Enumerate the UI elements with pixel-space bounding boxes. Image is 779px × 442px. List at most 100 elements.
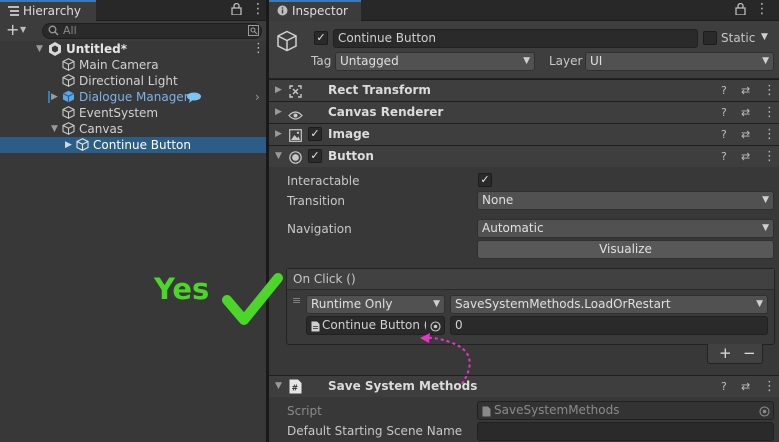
expand-arrow-icon[interactable]: ▶ bbox=[275, 124, 282, 145]
scene-menu-icon[interactable]: ⋮ bbox=[252, 41, 265, 57]
tag-value: Untagged bbox=[340, 54, 399, 68]
component-menu-icon[interactable]: ⋮ bbox=[763, 376, 776, 397]
search-filter-icon[interactable] bbox=[248, 25, 259, 39]
drag-handle-icon[interactable]: ≡ bbox=[292, 295, 301, 306]
presets-icon[interactable]: ⇄ bbox=[741, 102, 750, 123]
gameobject-large-icon bbox=[276, 30, 298, 55]
interactable-label: Interactable bbox=[287, 174, 360, 188]
component-image[interactable]: ▶ ✓ Image ? ⇄ ⋮ bbox=[269, 123, 779, 145]
object-name-value: Continue Button bbox=[338, 31, 436, 45]
navigation-label: Navigation bbox=[287, 222, 352, 236]
hierarchy-item-dialogue-manager[interactable]: ▶ Dialogue Manager › bbox=[0, 89, 266, 105]
layer-label: Layer bbox=[549, 54, 583, 68]
remove-event-button[interactable]: − bbox=[743, 344, 756, 362]
kebab-menu-icon[interactable]: ⋮ bbox=[755, 2, 769, 16]
component-enabled-checkbox[interactable]: ✓ bbox=[308, 127, 322, 141]
tab-inspector[interactable]: Inspector bbox=[269, 0, 361, 21]
object-name-input[interactable]: Continue Button bbox=[333, 29, 698, 48]
kebab-menu-icon[interactable]: ⋮ bbox=[251, 2, 265, 16]
hierarchy-item-continue-button[interactable]: ▶ Continue Button bbox=[0, 137, 266, 153]
panel-divider[interactable] bbox=[266, 0, 269, 442]
scene-row[interactable]: ▼ Untitled* ⋮ bbox=[0, 41, 266, 57]
interactable-checkbox[interactable]: ✓ bbox=[478, 173, 492, 187]
help-icon[interactable]: ? bbox=[721, 124, 727, 145]
lock-icon[interactable] bbox=[231, 2, 242, 18]
hierarchy-toolbar: + ▼ All bbox=[0, 21, 266, 41]
layer-value: UI bbox=[590, 54, 603, 68]
component-rect-transform[interactable]: ▶ Rect Transform ? ⇄ ⋮ bbox=[269, 79, 779, 101]
expand-arrow-icon[interactable]: ▶ bbox=[275, 80, 282, 101]
visualize-button[interactable]: Visualize bbox=[477, 240, 774, 259]
static-label: Static bbox=[721, 31, 756, 45]
hierarchy-item-label: Canvas bbox=[79, 122, 124, 136]
transition-dropdown[interactable]: None ▼ bbox=[477, 191, 774, 210]
script-label: Script bbox=[287, 404, 322, 418]
presets-icon[interactable]: ⇄ bbox=[741, 376, 750, 397]
button-component-icon bbox=[289, 150, 302, 171]
tag-label: Tag bbox=[311, 54, 332, 68]
lock-icon[interactable] bbox=[735, 2, 746, 18]
static-checkbox[interactable] bbox=[703, 31, 717, 45]
runtime-dropdown[interactable]: Runtime Only ▼ bbox=[306, 295, 445, 314]
gameobject-cube-icon bbox=[62, 74, 75, 87]
tab-inspector-label: Inspector bbox=[292, 4, 348, 18]
onclick-label: On Click () bbox=[293, 272, 356, 286]
component-enabled-checkbox[interactable]: ✓ bbox=[308, 149, 322, 163]
onclick-header: On Click () bbox=[287, 269, 774, 290]
chevron-down-icon: ▼ bbox=[762, 223, 769, 233]
add-event-button[interactable]: + bbox=[719, 344, 732, 362]
active-checkbox[interactable]: ✓ bbox=[314, 31, 328, 45]
help-icon[interactable]: ? bbox=[721, 146, 727, 167]
help-icon[interactable]: ? bbox=[721, 80, 727, 101]
expand-arrow-icon[interactable]: ▼ bbox=[275, 146, 282, 167]
component-canvas-renderer[interactable]: ▶ Canvas Renderer ? ⇄ ⋮ bbox=[269, 101, 779, 123]
search-input[interactable]: All bbox=[63, 24, 77, 38]
hierarchy-item-label: Directional Light bbox=[79, 74, 178, 88]
hierarchy-item-canvas[interactable]: ▼ Canvas bbox=[0, 121, 266, 137]
hierarchy-tabbar: Hierarchy ⋮ bbox=[0, 0, 266, 21]
expand-arrow-icon[interactable]: ▶ bbox=[65, 137, 72, 153]
info-icon bbox=[277, 5, 288, 16]
help-icon[interactable]: ? bbox=[721, 102, 727, 123]
help-icon[interactable]: ? bbox=[721, 376, 727, 397]
add-button[interactable]: + bbox=[6, 21, 19, 39]
component-menu-icon[interactable]: ⋮ bbox=[763, 146, 776, 167]
layer-dropdown[interactable]: UI ▼ bbox=[585, 52, 774, 71]
expand-arrow-icon[interactable]: ▶ bbox=[275, 102, 282, 123]
presets-icon[interactable]: ⇄ bbox=[741, 124, 750, 145]
list-icon bbox=[8, 5, 19, 16]
component-save-system-methods[interactable]: ▼ # Save System Methods ? ⇄ ⋮ bbox=[269, 375, 779, 397]
parameter-input[interactable]: 0 bbox=[450, 316, 768, 335]
add-dropdown-icon[interactable]: ▼ bbox=[20, 25, 26, 34]
hierarchy-search[interactable]: All bbox=[42, 23, 262, 39]
component-button[interactable]: ▼ ✓ Button ? ⇄ ⋮ bbox=[269, 145, 779, 167]
object-picker-icon bbox=[759, 405, 770, 422]
gameobject-cube-icon bbox=[62, 106, 75, 119]
hierarchy-item-eventsystem[interactable]: EventSystem bbox=[0, 105, 266, 121]
tag-dropdown[interactable]: Untagged ▼ bbox=[335, 52, 535, 71]
chevron-down-icon: ▼ bbox=[762, 195, 769, 205]
hierarchy-item-label: Dialogue Manager bbox=[79, 90, 189, 104]
expand-arrow-icon[interactable]: ▼ bbox=[51, 121, 58, 137]
expand-arrow-icon[interactable]: ▼ bbox=[275, 376, 282, 397]
hierarchy-item-label: EventSystem bbox=[79, 106, 159, 120]
chevron-right-icon[interactable]: › bbox=[255, 89, 260, 105]
static-dropdown-icon[interactable]: ▼ bbox=[761, 32, 768, 42]
presets-icon[interactable]: ⇄ bbox=[741, 146, 750, 167]
default-scene-input[interactable] bbox=[477, 422, 774, 441]
script-field: SaveSystemMethods bbox=[477, 401, 774, 420]
method-dropdown[interactable]: SaveSystemMethods.LoadOrRestart ▼ bbox=[450, 295, 768, 314]
hierarchy-item-main-camera[interactable]: Main Camera bbox=[0, 57, 266, 73]
tab-hierarchy[interactable]: Hierarchy bbox=[0, 0, 96, 21]
navigation-dropdown[interactable]: Automatic ▼ bbox=[477, 219, 774, 238]
expand-arrow-icon[interactable]: ▼ bbox=[36, 41, 43, 57]
csharp-script-icon: # bbox=[289, 379, 302, 401]
component-menu-icon[interactable]: ⋮ bbox=[763, 102, 776, 123]
presets-icon[interactable]: ⇄ bbox=[741, 80, 750, 101]
component-menu-icon[interactable]: ⋮ bbox=[763, 124, 776, 145]
runtime-value: Runtime Only bbox=[311, 297, 393, 311]
component-title: Rect Transform bbox=[328, 83, 431, 97]
hierarchy-item-directional-light[interactable]: Directional Light bbox=[0, 73, 266, 89]
component-menu-icon[interactable]: ⋮ bbox=[763, 80, 776, 101]
expand-arrow-icon[interactable]: ▶ bbox=[51, 89, 58, 105]
